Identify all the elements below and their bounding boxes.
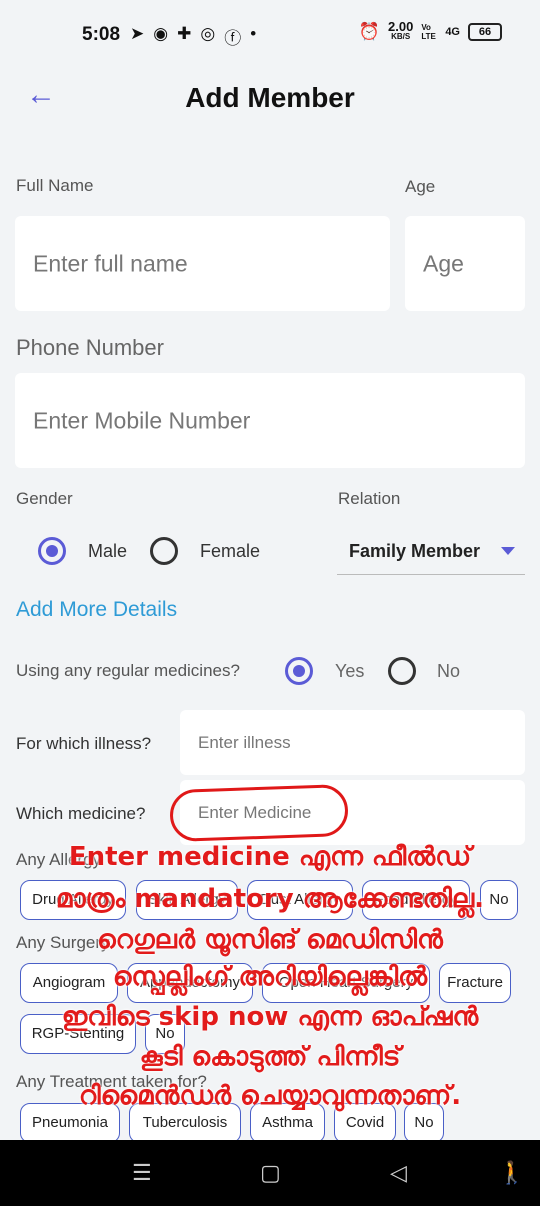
facebook-icon: ⓕ bbox=[224, 29, 242, 48]
signal-icon: 4G bbox=[445, 26, 460, 38]
volte-icon: Vo LTE bbox=[421, 23, 436, 41]
age-input[interactable]: Age bbox=[405, 216, 525, 311]
dropdown-caret-icon bbox=[501, 547, 515, 555]
annotation-line-6: കൂടി കൊടുത്ത് പിന്നീട് bbox=[139, 1042, 401, 1072]
dot-icon: • bbox=[250, 24, 257, 43]
status-bar: 5:08 ➤ ◉ ✚ ◎ ⓕ • ⏰ 2.00 KB/S Vo LTE 4G 6… bbox=[0, 0, 540, 68]
notification-icons: ➤ ◉ ✚ ◎ ⓕ • bbox=[130, 24, 256, 49]
annotation-line-4: സ്പെല്ലിംഗ് അറിയില്ലെങ്കിൽ bbox=[112, 962, 428, 992]
messenger-icon: ◉ bbox=[153, 24, 169, 43]
gender-female-radio[interactable] bbox=[150, 537, 178, 565]
status-time: 5:08 bbox=[82, 24, 121, 45]
annotation-line-5: ഇവിടെ skip now എന്ന ഓപ്ഷൻ bbox=[61, 1002, 479, 1032]
annotation-line-7: റിമൈൻഡർ ചെയ്യാവുന്നതാണ്. bbox=[78, 1081, 462, 1111]
grid-app-icon: ✚ bbox=[177, 24, 192, 43]
illness-label: For which illness? bbox=[16, 734, 152, 753]
annotation-line-2: മാത്രം mandatory ആക്കേണ്ടതില്ല. bbox=[56, 884, 484, 914]
net-speed-value: 2.00 bbox=[388, 19, 414, 34]
gender-male-label: Male bbox=[88, 541, 128, 561]
relation-value: Family Member bbox=[349, 541, 481, 561]
app-header: ← Add Member bbox=[0, 68, 540, 128]
phone-input[interactable]: Enter Mobile Number bbox=[15, 373, 525, 468]
relation-dropdown[interactable]: Family Member bbox=[337, 530, 525, 575]
full-name-label: Full Name bbox=[16, 176, 94, 195]
annotation-line-1: Enter medicine എന്ന ഫീൽഡ് bbox=[68, 842, 472, 872]
instagram-icon: ◎ bbox=[200, 24, 216, 43]
full-name-placeholder: Enter full name bbox=[33, 250, 188, 276]
alarm-icon: ⏰ bbox=[358, 22, 380, 41]
gender-female-label: Female bbox=[200, 541, 261, 561]
back-nav-icon[interactable]: ◁ bbox=[390, 1160, 407, 1186]
gender-male-radio[interactable] bbox=[38, 537, 66, 565]
medicines-yes-label: Yes bbox=[335, 661, 365, 681]
net-speed: 2.00 KB/S bbox=[388, 19, 414, 42]
medicines-yes-radio[interactable] bbox=[285, 657, 313, 685]
medicines-no-radio[interactable] bbox=[388, 657, 416, 685]
gender-label: Gender bbox=[16, 489, 73, 508]
system-status: ⏰ 2.00 KB/S Vo LTE 4G 66 bbox=[358, 19, 502, 42]
medicine-label: Which medicine? bbox=[16, 804, 146, 823]
full-name-input[interactable]: Enter full name bbox=[15, 216, 390, 311]
age-placeholder: Age bbox=[423, 250, 464, 276]
phone-label: Phone Number bbox=[16, 335, 164, 360]
telegram-icon: ➤ bbox=[130, 24, 145, 43]
red-circle-annotation bbox=[169, 783, 349, 843]
battery-icon: 66 bbox=[468, 23, 502, 41]
age-label: Age bbox=[405, 177, 436, 196]
annotation-line-3: റെഗുലർ യൂസിങ് മെഡിസിൻ bbox=[97, 925, 443, 955]
accessibility-icon[interactable]: 🚶 bbox=[498, 1160, 525, 1186]
medicines-no-label: No bbox=[437, 661, 461, 681]
recent-apps-icon[interactable]: ☰ bbox=[132, 1160, 152, 1186]
home-icon[interactable]: ▢ bbox=[260, 1160, 281, 1186]
phone-placeholder: Enter Mobile Number bbox=[33, 407, 251, 433]
regular-medicines-label: Using any regular medicines? bbox=[16, 661, 240, 680]
illness-placeholder: Enter illness bbox=[198, 732, 291, 752]
system-nav-bar: ☰ ▢ ◁ 🚶 bbox=[0, 1140, 540, 1206]
net-speed-unit: KB/S bbox=[391, 32, 411, 41]
add-more-details-link[interactable]: Add More Details bbox=[16, 598, 177, 622]
page-title: Add Member bbox=[185, 82, 355, 113]
relation-label: Relation bbox=[338, 489, 401, 508]
illness-input[interactable]: Enter illness bbox=[180, 710, 525, 775]
